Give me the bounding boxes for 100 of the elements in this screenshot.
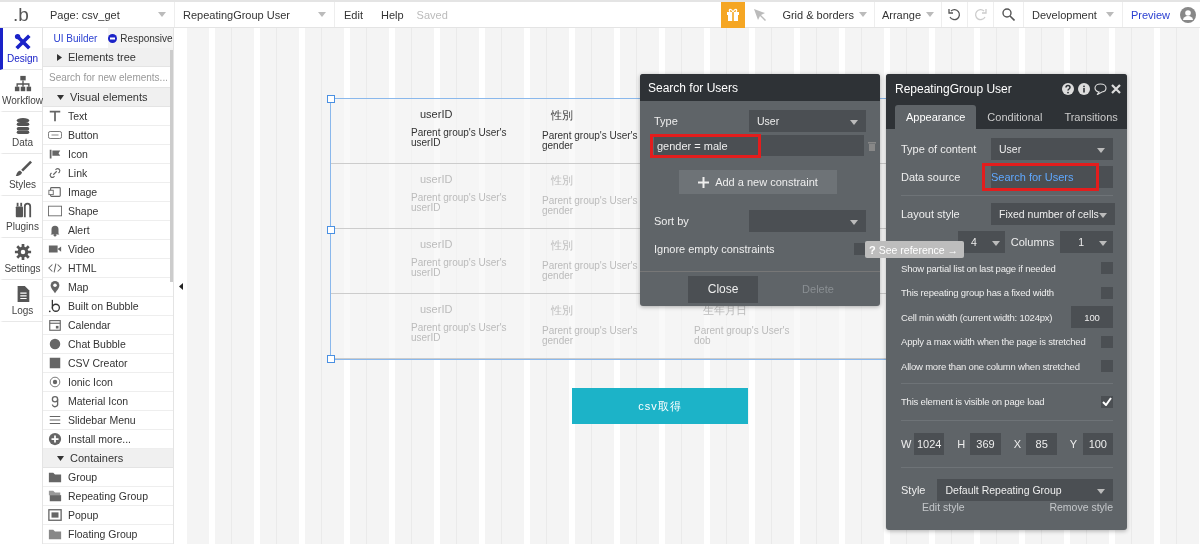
remove-style-link[interactable]: Remove style: [1049, 500, 1113, 513]
text-element: Parent group's User's userID: [411, 258, 508, 278]
panel-tab[interactable]: Conditional: [976, 105, 1054, 129]
caret-icon: [991, 241, 1000, 246]
sidebar-tab[interactable]: Plugins: [0, 196, 42, 238]
checkbox[interactable]: [854, 243, 866, 255]
help-icon[interactable]: [1062, 82, 1074, 95]
text-element: Parent group's User's gender: [542, 261, 639, 281]
menu-item[interactable]: Edit: [335, 8, 372, 21]
number-field[interactable]: 85: [1026, 432, 1057, 455]
image-icon: [48, 185, 62, 199]
element-item[interactable]: CSV Creator: [43, 354, 173, 373]
toolbar-dropdown[interactable]: Grid & borders: [775, 2, 875, 27]
undo-icon[interactable]: [948, 8, 962, 21]
element-item[interactable]: Map: [43, 278, 173, 297]
option-label: This element is visible on page load: [901, 396, 1045, 407]
resize-handle[interactable]: [327, 226, 335, 234]
section-header[interactable]: Containers: [43, 449, 173, 468]
gift-icon: [726, 7, 741, 22]
sidebar-tab[interactable]: Logs: [0, 280, 42, 322]
caret-icon: [1098, 213, 1107, 218]
add-constraint-button[interactable]: Add a new constraint: [679, 170, 837, 194]
type-dropdown[interactable]: User: [749, 110, 866, 132]
element-item[interactable]: Chat Bubble: [43, 335, 173, 354]
checkbox[interactable]: [1101, 395, 1113, 408]
text-element: userID: [420, 108, 453, 120]
comment-icon[interactable]: [1094, 82, 1107, 95]
element-item[interactable]: Built on Bubble: [43, 297, 173, 316]
field-label: X: [1013, 437, 1022, 450]
responsive-icon: [108, 33, 118, 43]
field-label: Y: [1069, 437, 1078, 450]
sidebar-tab[interactable]: Settings: [0, 238, 42, 280]
cursor-icon[interactable]: [754, 8, 767, 21]
close-button[interactable]: Close: [688, 275, 759, 303]
panel-tab[interactable]: Appearance: [895, 105, 977, 129]
element-item[interactable]: Calendar: [43, 316, 173, 335]
sidebar-tab[interactable]: Workflow: [0, 70, 42, 112]
rows-dropdown[interactable]: 4: [958, 231, 1005, 253]
sidebar-tab[interactable]: Data: [0, 112, 42, 154]
tools-icon: [13, 33, 32, 51]
text-element: Parent group's User's gender: [542, 131, 639, 151]
preview-link[interactable]: Preview: [1122, 8, 1178, 21]
gift-button[interactable]: [721, 1, 746, 28]
number-field[interactable]: 100: [1071, 306, 1113, 329]
caret-icon: [850, 220, 858, 225]
text-element: userID: [420, 238, 453, 250]
element-selector[interactable]: RepeatingGroup User: [175, 2, 335, 27]
trash-icon[interactable]: [868, 140, 876, 151]
field-label: Ignore empty constraints: [654, 243, 776, 255]
resize-handle[interactable]: [327, 95, 335, 103]
code-icon: [48, 261, 62, 275]
element-item[interactable]: Repeating Group: [43, 487, 173, 506]
resize-handle[interactable]: [327, 355, 335, 363]
circle-icon: [48, 337, 62, 351]
app-logo[interactable]: .b: [0, 3, 42, 26]
edit-style-link[interactable]: Edit style: [922, 500, 965, 513]
info-icon[interactable]: [1078, 82, 1090, 95]
element-item[interactable]: Group: [43, 468, 173, 487]
option-label: Cell min width (current width: 1024px): [901, 311, 1053, 323]
panel-tab[interactable]: Responsive: [108, 28, 173, 48]
popup-title: Search for Users: [648, 80, 739, 95]
caret-icon: [858, 12, 867, 17]
save-status: Saved: [415, 8, 449, 21]
button-icon: [48, 128, 62, 142]
option-label: Apply a max width when the page is stretched: [901, 336, 1086, 348]
field-label: Columns: [1010, 236, 1055, 248]
close-icon[interactable]: [1111, 83, 1121, 94]
element-item[interactable]: Slidebar Menu: [43, 411, 173, 430]
option-label: This repeating group has a fixed width: [901, 287, 1054, 299]
element-item[interactable]: Ionic Icon: [43, 373, 173, 392]
style-dropdown[interactable]: Default Repeating Group: [937, 478, 1113, 501]
panel-tab[interactable]: Transitions: [1053, 105, 1129, 129]
toolbar-dropdown[interactable]: Arrange: [874, 2, 943, 27]
stacked-folders-icon: [48, 489, 62, 503]
number-field[interactable]: 100: [1082, 432, 1113, 455]
collapse-arrow-icon[interactable]: [178, 282, 183, 290]
columns-dropdown[interactable]: 1: [1060, 231, 1113, 253]
number-field[interactable]: 1024: [914, 432, 945, 455]
panel-title: RepeatingGroup User: [895, 81, 1013, 96]
constraint-field[interactable]: gender = male: [650, 133, 761, 158]
menu-icon: [48, 413, 62, 427]
number-field[interactable]: 369: [970, 432, 1001, 455]
content-type-dropdown[interactable]: User: [991, 138, 1113, 160]
sidebar-tab[interactable]: Styles: [0, 154, 42, 196]
element-item[interactable]: Floating Group: [43, 525, 173, 544]
avatar-icon[interactable]: [1180, 6, 1196, 23]
element-item[interactable]: Popup: [43, 506, 173, 525]
environment-dropdown[interactable]: Development: [1024, 2, 1123, 27]
search-icon[interactable]: [1002, 8, 1016, 21]
rectangle-icon: [48, 204, 62, 218]
text-element: userID: [420, 303, 453, 315]
menu-item[interactable]: Help: [371, 8, 413, 21]
triangle-icon: [57, 94, 64, 100]
page-selector[interactable]: Page: csv_get: [42, 2, 175, 27]
plus-icon: [698, 176, 710, 188]
element-item[interactable]: Material Icon: [43, 392, 173, 411]
elements-tree-header[interactable]: Elements tree: [43, 48, 173, 67]
section-header[interactable]: Visual elements: [43, 88, 173, 107]
layout-dropdown[interactable]: Fixed number of cells: [991, 203, 1115, 225]
text-element: userID: [420, 173, 453, 185]
